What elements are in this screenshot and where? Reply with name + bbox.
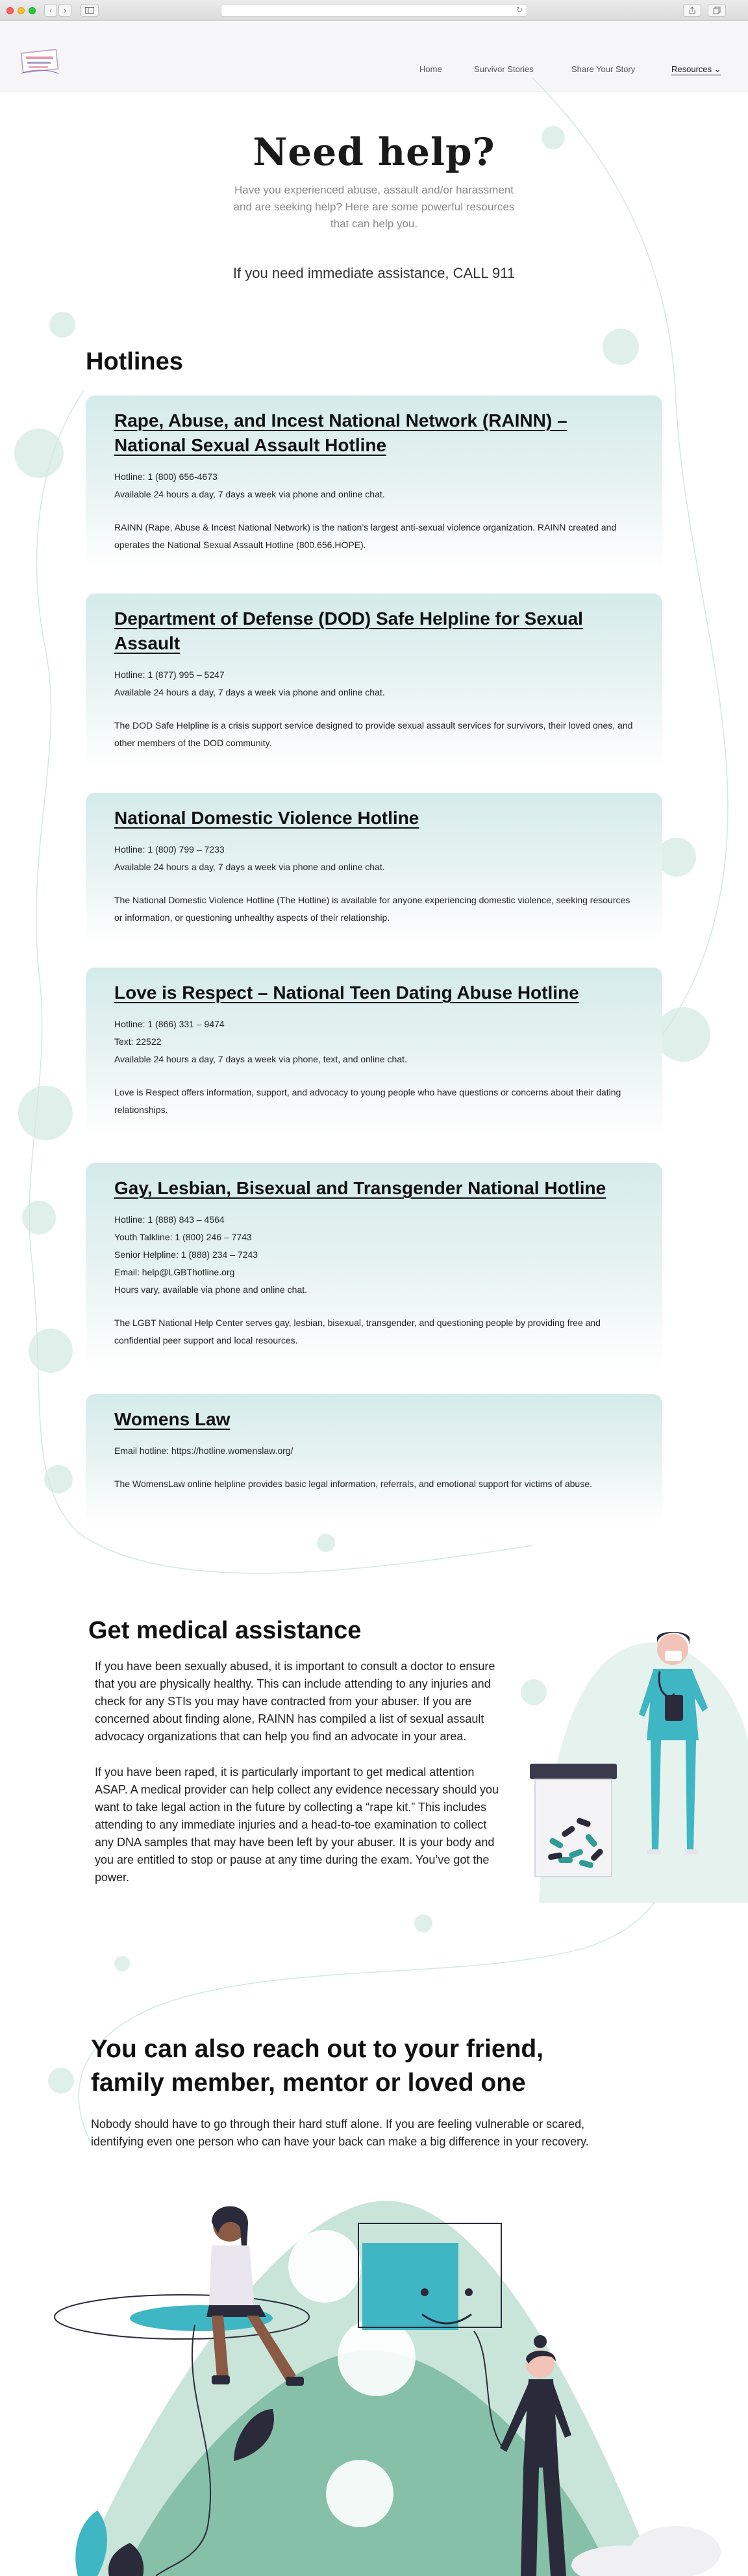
sidebar-icon: [85, 7, 94, 14]
hotline-title-link[interactable]: Department of Defense (DOD) Safe Helplin…: [114, 608, 583, 653]
page-subtitle: Have you experienced abuse, assault and/…: [233, 184, 515, 230]
hotline-phone: Hotline: 1 (866) 331 – 9474: [114, 1019, 225, 1029]
hotline-availability: Available 24 hours a day, 7 days a week …: [114, 1054, 407, 1064]
reload-icon[interactable]: ↻: [516, 5, 523, 14]
share-button[interactable]: [683, 4, 701, 17]
hotline-title-link[interactable]: Womens Law: [114, 1409, 230, 1429]
hotline-youth-talkline: Youth Talkline: 1 (800) 246 – 7743: [114, 1232, 252, 1242]
hotline-description: The WomensLaw online helpline provides b…: [114, 1479, 592, 1489]
hotline-card-rainn: Rape, Abuse, and Incest National Network…: [86, 395, 662, 571]
hotline-title-link[interactable]: National Domestic Violence Hotline: [114, 808, 419, 828]
back-button[interactable]: ‹: [44, 4, 57, 17]
hotlines-heading: Hotlines: [86, 348, 183, 375]
nav-resources[interactable]: Resources ⌄: [671, 64, 721, 75]
support-network-heading: You can also reach out to your friend, f…: [91, 2035, 544, 2097]
sidebar-button[interactable]: [81, 4, 99, 17]
site-logo-icon[interactable]: [19, 47, 60, 76]
hotline-title-link[interactable]: Gay, Lesbian, Bisexual and Transgender N…: [114, 1178, 606, 1198]
hotline-card-dod: Department of Defense (DOD) Safe Helplin…: [86, 594, 662, 769]
chevron-right-icon: ›: [64, 6, 66, 15]
browser-toolbar: ‹ › ↻: [0, 0, 748, 21]
forward-button[interactable]: ›: [58, 4, 71, 17]
medical-heading: Get medical assistance: [88, 1617, 362, 1644]
hotline-description: RAINN (Rape, Abuse & Incest National Net…: [114, 522, 617, 550]
minimize-window-button[interactable]: [18, 7, 25, 14]
hotline-senior-helpline: Senior Helpline: 1 (888) 234 – 7243: [114, 1249, 258, 1260]
hotline-title-link[interactable]: Rape, Abuse, and Incest National Network…: [114, 410, 567, 455]
support-network-paragraph: Nobody should have to go through their h…: [91, 2118, 589, 2148]
tabs-button[interactable]: [708, 4, 726, 17]
address-bar[interactable]: ↻: [221, 4, 527, 17]
hotline-phone: Hotline: 1 (800) 799 – 7233: [114, 844, 225, 855]
hotline-text: Text: 22522: [114, 1036, 162, 1047]
share-icon: [689, 6, 695, 14]
site-header: Home Survivor Stories Share Your Story R…: [0, 21, 748, 92]
medical-paragraph-1: If you have been sexually abused, it is …: [95, 1660, 495, 1743]
friends-support-illustration-icon: [54, 2201, 721, 2576]
nav-survivor-stories[interactable]: Survivor Stories: [474, 64, 534, 74]
hotline-card-womens-law: Womens Law Email hotline: https://hotlin…: [86, 1394, 662, 1524]
hotline-card-love-is-respect: Love is Respect – National Teen Dating A…: [86, 968, 662, 1136]
medical-paragraph-2: If you have been raped, it is particular…: [95, 1766, 499, 1884]
close-window-button[interactable]: [6, 7, 14, 14]
hotline-phone: Hotline: 1 (800) 656-4673: [114, 471, 218, 482]
hotline-availability: Available 24 hours a day, 7 days a week …: [114, 687, 385, 697]
nav-share-your-story[interactable]: Share Your Story: [571, 64, 635, 74]
hotline-description: The DOD Safe Helpline is a crisis suppor…: [114, 720, 633, 748]
hotline-description: The National Domestic Violence Hotline (…: [114, 895, 630, 923]
chevron-left-icon: ‹: [49, 6, 52, 15]
tabs-icon: [713, 6, 721, 14]
hotline-availability: Available 24 hours a day, 7 days a week …: [114, 862, 385, 872]
doctor-illustration-icon: [530, 1632, 748, 1903]
hotline-availability: Hours vary, available via phone and onli…: [114, 1284, 308, 1295]
hotline-phone: Hotline: 1 (888) 843 – 4564: [114, 1214, 225, 1225]
hotline-description: The LGBT National Help Center serves gay…: [114, 1318, 601, 1345]
hotline-phone: Hotline: 1 (877) 995 – 5247: [114, 669, 225, 680]
emergency-notice: If you need immediate assistance, CALL 9…: [232, 265, 516, 281]
hotline-email: Email: help@LGBThotline.org: [114, 1267, 235, 1277]
hotline-email: Email hotline: https://hotline.womenslaw…: [114, 1445, 293, 1456]
hotline-card-lgbt: Gay, Lesbian, Bisexual and Transgender N…: [86, 1163, 662, 1371]
page-title: Need help?: [253, 130, 495, 174]
hotline-card-domestic-violence: National Domestic Violence Hotline Hotli…: [86, 793, 662, 942]
hotline-description: Love is Respect offers information, supp…: [114, 1087, 621, 1115]
hotline-title-link[interactable]: Love is Respect – National Teen Dating A…: [114, 982, 579, 1003]
nav-home[interactable]: Home: [419, 64, 442, 74]
maximize-window-button[interactable]: [29, 7, 36, 14]
hotline-availability: Available 24 hours a day, 7 days a week …: [114, 489, 385, 499]
